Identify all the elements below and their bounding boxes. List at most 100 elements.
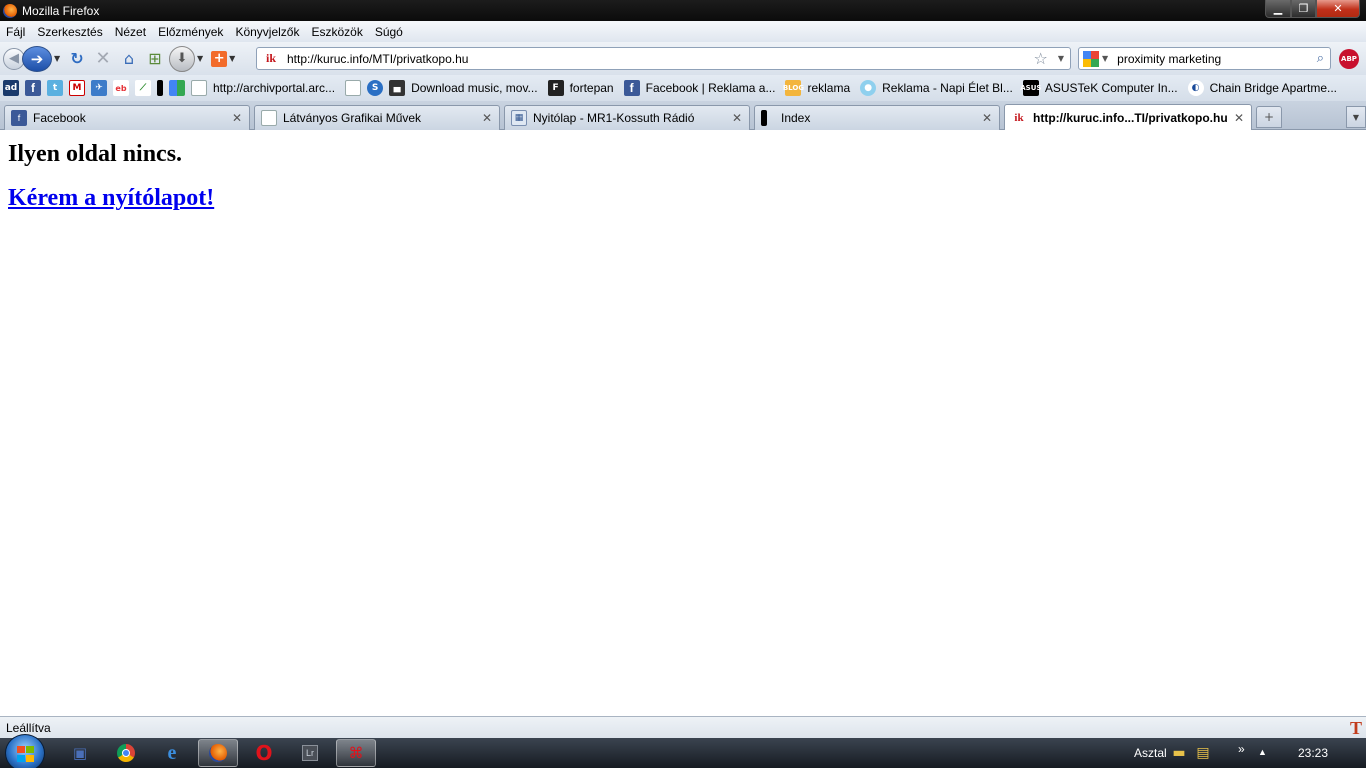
bookmark-archivportal[interactable]: http://archivportal.arc... <box>191 80 335 96</box>
homepage-link[interactable]: Kérem a nyítólapot! <box>8 185 214 212</box>
maximize-button[interactable]: ❐ <box>1291 0 1316 18</box>
download-icon[interactable]: ⬇ <box>169 45 195 72</box>
asus-icon: ASUS <box>1020 80 1041 96</box>
m-icon[interactable]: M <box>69 80 85 96</box>
fortepan-icon: F <box>547 80 564 96</box>
menu-bookmarks[interactable]: Könyvjelzők <box>235 25 299 39</box>
google-icon[interactable] <box>1083 50 1099 67</box>
chrome-app-icon[interactable] <box>106 739 146 767</box>
url-input[interactable]: http://kuruc.info/MTI/privatkopo.hu <box>287 52 1034 66</box>
tab-list-dropdown-icon[interactable]: ▼ <box>1346 106 1366 128</box>
documents-icon[interactable]: ▤ <box>1192 739 1214 767</box>
page-heading: Ilyen oldal nincs. <box>8 141 183 167</box>
search-engine-dropdown-icon[interactable]: ▼ <box>1102 54 1108 63</box>
history-dropdown-icon[interactable]: ▼ <box>54 54 60 63</box>
tab-mr1-kossuth[interactable]: ▦ Nyitólap - MR1-Kossuth Rádió ✕ <box>504 105 750 130</box>
tab-facebook[interactable]: f Facebook ✕ <box>4 105 250 130</box>
new-tab-button[interactable]: + <box>1256 106 1282 128</box>
acrobat-app-icon[interactable]: ⌘ <box>336 739 376 767</box>
bird-icon: ● <box>860 80 877 96</box>
translate-icon[interactable]: T <box>1350 718 1362 739</box>
radio-icon: ▦ <box>511 110 527 126</box>
page-icon <box>191 80 207 96</box>
tab-close-icon[interactable]: ✕ <box>729 111 745 125</box>
forward-button[interactable]: ➔ <box>22 45 52 72</box>
tab-latvanyos[interactable]: Látványos Grafikai Művek ✕ <box>254 105 500 130</box>
bookmark-facebook-reklama[interactable]: f Facebook | Reklama a... <box>623 80 775 96</box>
page-icon <box>261 110 277 126</box>
ebay-icon[interactable]: eb <box>113 80 129 96</box>
opera-app-icon[interactable]: O <box>244 739 284 767</box>
menu-bar: Fájl Szerkesztés Nézet Előzmények Könyvj… <box>0 21 1366 42</box>
folder-icon[interactable]: ▬ <box>1168 739 1190 767</box>
tab-close-icon[interactable]: ✕ <box>979 111 995 125</box>
car-icon: ▄ <box>389 80 406 96</box>
bookmark-download-music[interactable]: S ▄ Download music, mov... <box>345 80 538 96</box>
menu-file[interactable]: Fájl <box>6 25 25 39</box>
facebook-icon[interactable]: f <box>25 80 41 96</box>
menu-view[interactable]: Nézet <box>115 25 146 39</box>
facebook-icon: f <box>623 80 640 96</box>
star-bookmark-icon[interactable]: ☆ <box>1034 49 1048 68</box>
twitter-icon[interactable]: t <box>47 80 63 96</box>
bookmark-add-icon[interactable]: ⊞ <box>143 47 167 71</box>
start-button[interactable] <box>5 734 45 768</box>
menu-edit[interactable]: Szerkesztés <box>37 25 102 39</box>
tab-index[interactable]: Index ✕ <box>754 105 1000 130</box>
tab-kuruc[interactable]: ik http://kuruc.info...TI/privatkopo.hu … <box>1004 104 1252 130</box>
menu-help[interactable]: Súgó <box>375 25 403 39</box>
close-button[interactable]: ✕ <box>1316 0 1360 18</box>
bookmark-reklama-napi[interactable]: ● Reklama - Napi Élet Bl... <box>860 80 1013 96</box>
floppy-app-icon[interactable]: ▣ <box>60 739 100 767</box>
url-bar[interactable]: ik http://kuruc.info/MTI/privatkopo.hu ☆… <box>256 47 1071 70</box>
bookmark-reklama[interactable]: BLOG reklama <box>783 80 850 96</box>
url-dropdown-icon[interactable]: ▼ <box>1058 54 1064 63</box>
addthis-icon[interactable]: + <box>211 50 228 67</box>
back-forward-group: ◀ ➔ ▼ <box>3 45 63 72</box>
status-bar: Leállítva T <box>0 716 1366 738</box>
stop-icon[interactable]: ✕ <box>91 47 115 71</box>
status-text: Leállítva <box>6 720 51 735</box>
map-icon[interactable]: ✈ <box>91 80 107 96</box>
adblock-icon[interactable]: ABP <box>1339 49 1359 69</box>
minimize-button[interactable]: ▁ <box>1265 0 1291 18</box>
reload-icon[interactable]: ↻ <box>65 47 89 71</box>
page-content: Ilyen oldal nincs. Kérem a nyítólapot! <box>0 130 1366 716</box>
internet-explorer-app-icon[interactable]: e <box>152 739 192 767</box>
toolbar-expand-icon[interactable]: » <box>1238 742 1245 756</box>
kuruc-icon: ik <box>1014 111 1024 124</box>
menu-history[interactable]: Előzmények <box>158 25 223 39</box>
firefox-app-icon[interactable] <box>198 739 238 767</box>
index-icon[interactable] <box>157 80 163 96</box>
download-dropdown-icon[interactable]: ▼ <box>197 54 203 63</box>
tab-close-icon[interactable]: ✕ <box>479 111 495 125</box>
bookmark-fortepan[interactable]: F fortepan <box>547 80 614 96</box>
firefox-icon <box>3 3 17 18</box>
globe-icon: ◐ <box>1187 80 1204 96</box>
window-title: Mozilla Firefox <box>22 3 100 18</box>
addthis-dropdown-icon[interactable]: ▼ <box>229 54 235 63</box>
bookmarks-toolbar: ad f t M ✈ eb ⟋ http://archivportal.arc.… <box>0 75 1366 101</box>
tab-close-icon[interactable]: ✕ <box>229 111 245 125</box>
tab-bar: f Facebook ✕ Látványos Grafikai Művek ✕ … <box>0 101 1366 130</box>
clock[interactable]: 23:23 <box>1298 746 1328 760</box>
bookmark-chain-bridge[interactable]: ◐ Chain Bridge Apartme... <box>1187 80 1337 96</box>
search-icon[interactable]: ⌕ <box>1317 51 1324 66</box>
tray-expand-icon[interactable]: ▲ <box>1258 747 1267 757</box>
site-favicon-icon: ik <box>265 51 276 65</box>
search-bar[interactable]: ▼ proximity marketing ⌕ <box>1078 47 1331 70</box>
google-bookmark-icon[interactable] <box>169 80 185 96</box>
bookmark-asus[interactable]: ASUS ASUSTeK Computer In... <box>1020 80 1178 96</box>
home-icon[interactable]: ⌂ <box>117 47 141 71</box>
blog-icon: BLOG <box>783 80 804 96</box>
windows-logo-icon <box>17 746 35 762</box>
desktop-label[interactable]: Asztal <box>1134 746 1167 760</box>
leaf-icon[interactable]: ⟋ <box>135 80 151 96</box>
ad-icon[interactable]: ad <box>3 80 19 96</box>
menu-tools[interactable]: Eszközök <box>311 25 362 39</box>
s-icon: S <box>367 80 384 96</box>
lightroom-app-icon[interactable]: Lr <box>290 739 330 767</box>
page-icon <box>345 80 362 96</box>
tab-close-icon[interactable]: ✕ <box>1231 111 1247 125</box>
search-input[interactable]: proximity marketing <box>1117 52 1317 66</box>
